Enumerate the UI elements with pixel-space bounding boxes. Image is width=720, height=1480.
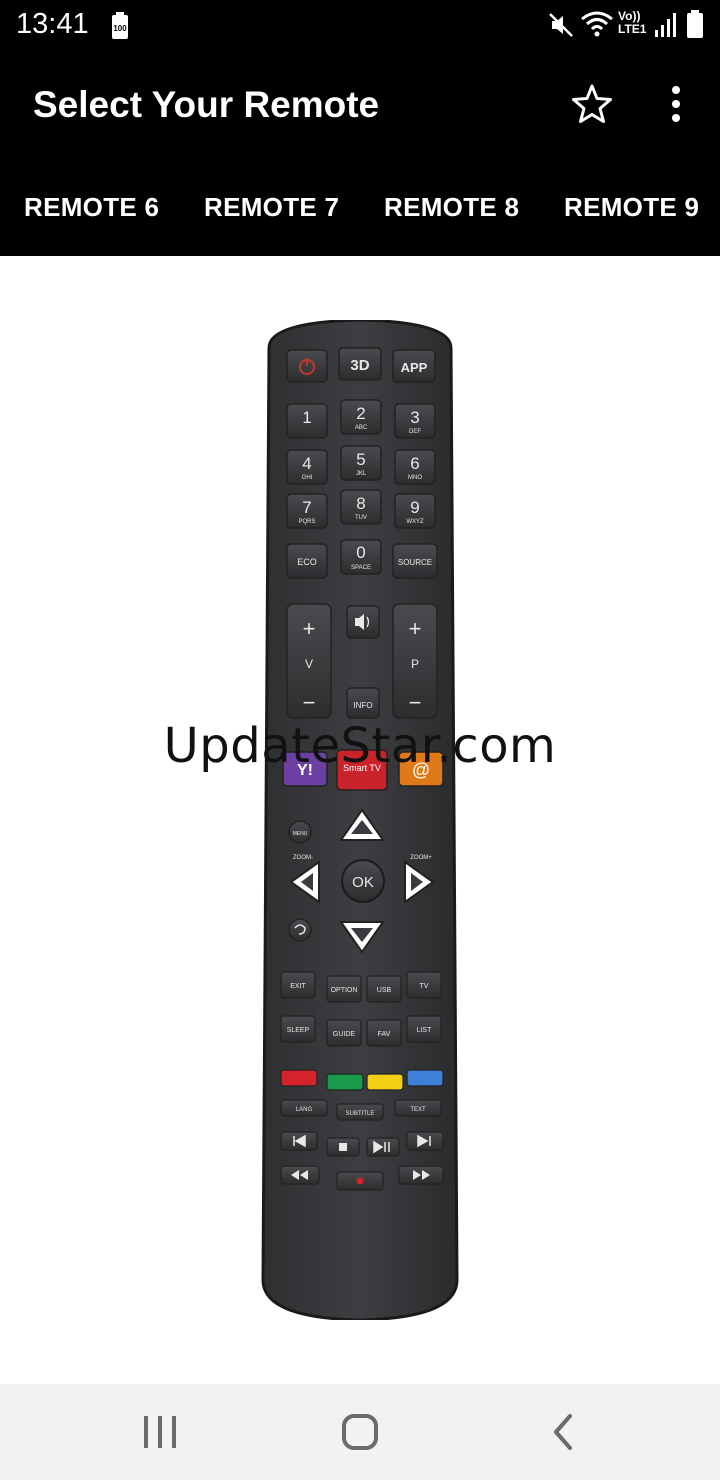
- program-plus: +: [409, 616, 422, 641]
- digit-4-sub: GHI: [302, 475, 313, 481]
- lang-label: LANG: [296, 1107, 313, 1113]
- sleep-label: SLEEP: [287, 1027, 310, 1034]
- digit-2-sub: ABC: [355, 425, 368, 431]
- digit-5-label: 5: [356, 450, 365, 469]
- program-minus: −: [409, 690, 422, 715]
- info-label: INFO: [353, 701, 372, 710]
- digit-5-sub: JKL: [356, 471, 367, 477]
- watermark: UpdateStar.com: [163, 718, 557, 774]
- zoom-minus-label: ZOOM-: [293, 855, 313, 861]
- tab-bar: REMOTE 6 REMOTE 7 REMOTE 8 REMOTE 9: [0, 162, 720, 256]
- digit-3-sub: DEF: [409, 429, 421, 435]
- blue-key[interactable]: [406, 1069, 444, 1087]
- wifi-icon: [581, 11, 613, 37]
- volume-minus: −: [303, 690, 316, 715]
- record-icon: [356, 1177, 364, 1185]
- back-icon[interactable]: [544, 1412, 584, 1452]
- back-return-button[interactable]: [288, 918, 312, 942]
- red-key[interactable]: [280, 1069, 318, 1087]
- digit-7-sub: PQRS: [298, 519, 315, 525]
- more-vert-icon[interactable]: [662, 82, 690, 126]
- zoom-plus-label: ZOOM+: [410, 855, 432, 861]
- exit-label: EXIT: [290, 983, 306, 990]
- ok-label: OK: [352, 874, 374, 891]
- tv-label: TV: [420, 983, 429, 990]
- recents-icon[interactable]: [140, 1412, 180, 1452]
- digit-grid: 1 2 ABC 3 DEF 4 GHI 5 JKL 6 MNO 7 PQRS 8 TUV 9 WXYZ: [286, 399, 436, 529]
- program-label: P: [411, 657, 419, 671]
- tab-remote-7[interactable]: REMOTE 7: [204, 192, 339, 223]
- digit-3-label: 3: [410, 408, 419, 427]
- digit-1-label: 1: [302, 408, 311, 427]
- digit-0-sub: SPACE: [351, 565, 371, 571]
- text-label: TEXT: [410, 1107, 426, 1113]
- subtitle-label: SUBTITLE: [346, 1111, 375, 1117]
- battery-saver-icon: 100: [112, 12, 128, 39]
- digit-6-label: 6: [410, 454, 419, 473]
- green-key[interactable]: [326, 1073, 364, 1091]
- usb-label: USB: [377, 987, 392, 994]
- digit-6-sub: MNO: [408, 475, 422, 481]
- digit-0-label: 0: [356, 543, 365, 562]
- yellow-key[interactable]: [366, 1073, 404, 1091]
- option-label: OPTION: [331, 987, 358, 994]
- digit-9-label: 9: [410, 498, 419, 517]
- list-label: LIST: [417, 1027, 433, 1034]
- menu-label: MENU: [293, 831, 308, 837]
- stop-icon: [339, 1143, 347, 1151]
- digit-8-label: 8: [356, 494, 365, 513]
- guide-label: GUIDE: [333, 1031, 356, 1038]
- tab-remote-6[interactable]: REMOTE 6: [24, 192, 159, 223]
- app-bar: Select Your Remote: [0, 52, 720, 162]
- mute-icon: [549, 13, 573, 37]
- remote-image[interactable]: 3D APP 1 2 ABC 3 DEF 4 GHI 5 JKL 6 MNO 7 PQRS 8 TUV 9 WX…: [261, 320, 459, 1320]
- volume-plus: +: [303, 616, 316, 641]
- fav-label: FAV: [378, 1031, 391, 1038]
- digit-8-sub: TUV: [355, 515, 367, 521]
- battery-icon: [687, 10, 703, 38]
- tab-remote-8[interactable]: REMOTE 8: [384, 192, 519, 223]
- tab-remote-9[interactable]: REMOTE 9: [564, 192, 699, 223]
- screen: 13:41 100 Vo)) LTE1 Select Your Remote R…: [0, 0, 720, 1480]
- system-nav-bar: [0, 1384, 720, 1480]
- digit-2-label: 2: [356, 404, 365, 423]
- app-title: Select Your Remote: [33, 84, 380, 125]
- digit-9-sub: WXYZ: [406, 519, 424, 525]
- digit-4-label: 4: [302, 454, 311, 473]
- app-label: APP: [401, 360, 428, 375]
- status-time: 13:41: [16, 8, 89, 40]
- favorite-star-icon[interactable]: [570, 82, 614, 126]
- home-icon[interactable]: [340, 1412, 380, 1452]
- digit-7-label: 7: [302, 498, 311, 517]
- status-bar: 13:41 100 Vo)) LTE1: [0, 0, 720, 52]
- volume-label: V: [305, 657, 313, 671]
- 3d-label: 3D: [350, 357, 369, 374]
- lte-icon: Vo)) LTE1: [618, 9, 647, 36]
- eco-label: ECO: [297, 557, 317, 567]
- source-label: SOURCE: [398, 558, 432, 567]
- signal-icon: [655, 13, 676, 37]
- svg-text:100: 100: [113, 24, 127, 33]
